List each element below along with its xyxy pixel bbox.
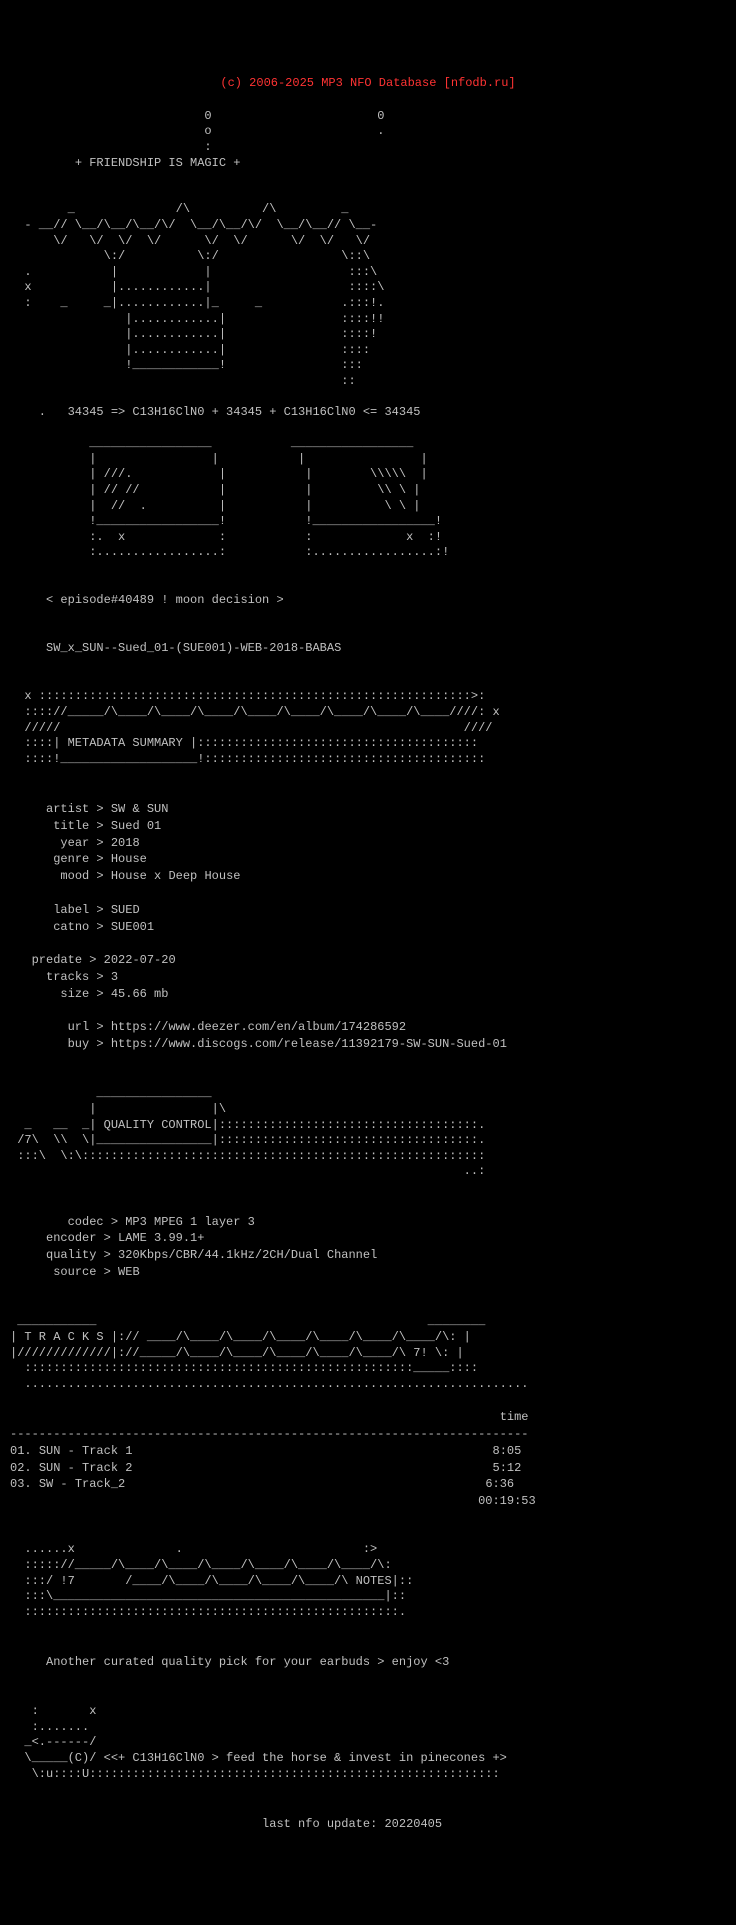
artist-label: artist (46, 802, 89, 816)
url-label: url (68, 1020, 90, 1034)
url-value: https://www.deezer.com/en/album/17428659… (111, 1020, 406, 1034)
notes-banner: ......x . :> ::::://_____/\____/\____/\_… (10, 1527, 726, 1621)
buy-value: https://www.discogs.com/release/11392179… (111, 1037, 507, 1051)
last-update-label: last nfo update: (262, 1817, 377, 1831)
footer-art: : x :....... _<.------/ \_____(C)/ <<+ C… (10, 1704, 726, 1782)
buy-label: buy (68, 1037, 90, 1051)
tracks-value: 3 (111, 970, 118, 984)
year-value: 2018 (111, 836, 140, 850)
mood-value: House x Deep House (111, 869, 241, 883)
last-update-value: 20220405 (384, 1817, 442, 1831)
tracks-banner: ___________ ________ | T R A C K S |:// … (10, 1314, 726, 1392)
quality-label: quality (46, 1248, 96, 1262)
top-ascii-art: 0 0 o . : + FRIENDSHIP IS MAGIC + _ /\ /… (10, 109, 726, 577)
track2-row: 02. SUN - Track 2 5:12 (10, 1461, 521, 1475)
release-name: SW_x_SUN--Sued_01-(SUE001)-WEB-2018-BABA… (10, 626, 726, 673)
artist-value: SW & SUN (111, 802, 169, 816)
encoder-label: encoder (46, 1231, 96, 1245)
predate-value: 2022-07-20 (104, 953, 176, 967)
label-label: label (53, 903, 89, 917)
encoder-value: LAME 3.99.1+ (118, 1231, 204, 1245)
title-value: Sued 01 (111, 819, 161, 833)
metadata-block: artist > SW & SUN title > Sued 01 year >… (10, 784, 726, 1070)
title-label: title (53, 819, 89, 833)
size-value: 45.66 mb (111, 987, 169, 1001)
notes-text: Another curated quality pick for your ea… (46, 1655, 449, 1669)
quality-value: 320Kbps/CBR/44.1kHz/2CH/Dual Channel (118, 1248, 377, 1262)
genre-label: genre (53, 852, 89, 866)
codec-label: codec (68, 1215, 104, 1229)
source-value: WEB (118, 1265, 140, 1279)
total-time: 00:19:53 (478, 1494, 536, 1508)
tracks-block: time -----------------------------------… (10, 1409, 726, 1510)
metadata-banner: x ::::::::::::::::::::::::::::::::::::::… (10, 689, 726, 767)
footer-block: last nfo update: 20220405 (10, 1799, 726, 1833)
track3-row: 03. SW - Track_2 6:36 (10, 1477, 514, 1491)
copyright-header: (c) 2006-2025 MP3 NFO Database [nfodb.ru… (10, 75, 726, 92)
catno-value: SUE001 (111, 920, 154, 934)
catno-label: catno (53, 920, 89, 934)
label-value: SUED (111, 903, 140, 917)
tracks-label: tracks (46, 970, 89, 984)
episode-line: < episode#40489 ! moon decision > (10, 593, 726, 609)
mood-label: mood (60, 869, 89, 883)
time-header: time (500, 1410, 529, 1424)
predate-label: predate (32, 953, 82, 967)
quality-banner: ________________ | |\ _ __ _| QUALITY CO… (10, 1086, 726, 1180)
notes-block: Another curated quality pick for your ea… (10, 1637, 726, 1687)
genre-value: House (111, 852, 147, 866)
track1-row: 01. SUN - Track 1 8:05 (10, 1444, 521, 1458)
size-label: size (60, 987, 89, 1001)
codec-value: MP3 MPEG 1 layer 3 (125, 1215, 255, 1229)
year-label: year (60, 836, 89, 850)
source-label: source (53, 1265, 96, 1279)
quality-block: codec > MP3 MPEG 1 layer 3 encoder > LAM… (10, 1197, 726, 1298)
friendship-text: + FRIENDSHIP IS MAGIC + (75, 156, 241, 170)
